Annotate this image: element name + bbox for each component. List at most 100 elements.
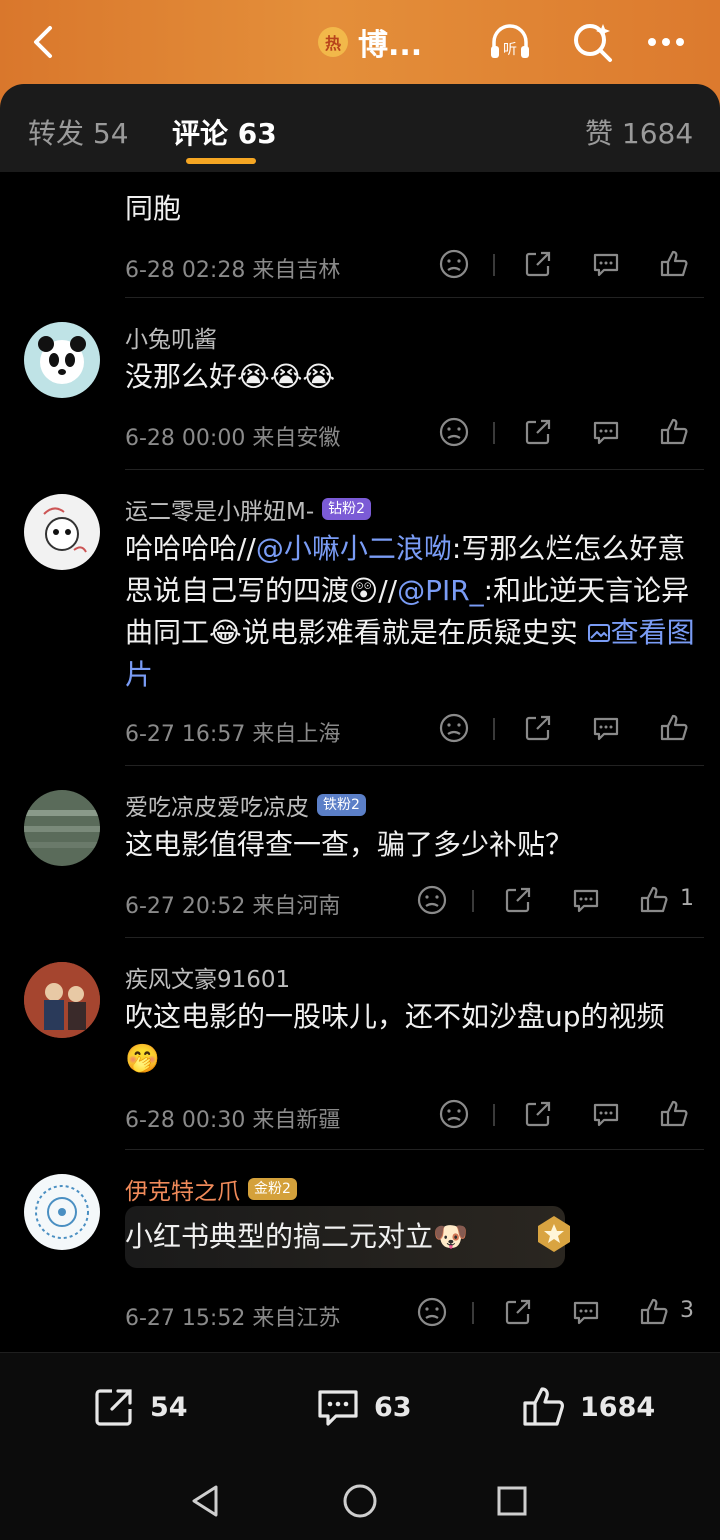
like-icon[interactable] bbox=[638, 884, 670, 916]
comment-text: 同胞 bbox=[125, 192, 182, 225]
comment-author[interactable]: 爱吃凉皮爱吃凉皮 bbox=[125, 788, 309, 822]
like-icon[interactable] bbox=[658, 248, 690, 280]
comment-meta: 6-28 00:00 来自安徽 bbox=[125, 420, 340, 452]
repost-button[interactable]: 54 bbox=[90, 1383, 188, 1431]
comment-time: 6-27 20:52 bbox=[125, 894, 246, 919]
mention-link[interactable]: @小嘛小二浪呦 bbox=[256, 532, 452, 565]
dislike-icon[interactable] bbox=[438, 248, 470, 280]
comment-author-row: 爱吃凉皮爱吃凉皮 铁粉2 bbox=[125, 788, 366, 822]
nav-back-icon[interactable] bbox=[186, 1481, 226, 1521]
reply-icon[interactable] bbox=[590, 712, 622, 744]
comment-location: 来自安徽 bbox=[252, 426, 341, 451]
comment-author[interactable]: 疾风文豪91601 bbox=[125, 960, 290, 994]
comment-time: 6-28 00:00 bbox=[125, 426, 246, 451]
comment-time: 6-27 16:57 bbox=[125, 722, 246, 747]
share-icon[interactable] bbox=[522, 712, 554, 744]
tab-comments[interactable]: 评论 63 bbox=[172, 112, 277, 152]
share-icon[interactable] bbox=[502, 1296, 534, 1328]
post-title[interactable]: 热 博... bbox=[318, 22, 423, 63]
share-icon[interactable] bbox=[522, 416, 554, 448]
fan-badge[interactable]: 铁粉2 bbox=[317, 794, 366, 816]
image-icon bbox=[587, 624, 610, 642]
reply-icon[interactable] bbox=[590, 416, 622, 448]
dislike-icon[interactable] bbox=[416, 884, 448, 916]
dislike-icon[interactable] bbox=[438, 1098, 470, 1130]
tab-likes[interactable]: 赞 1684 bbox=[585, 112, 693, 152]
tab-reposts[interactable]: 转发 54 bbox=[28, 112, 129, 152]
avatar[interactable] bbox=[24, 962, 100, 1038]
nav-recents-icon[interactable] bbox=[492, 1481, 532, 1521]
repost-count: 54 bbox=[150, 1391, 188, 1423]
medal-icon bbox=[530, 1210, 578, 1258]
more-icon[interactable] bbox=[642, 18, 690, 66]
title-text: 博... bbox=[358, 28, 423, 63]
divider bbox=[493, 1104, 495, 1126]
like-count-total: 1684 bbox=[580, 1391, 656, 1423]
dislike-icon[interactable] bbox=[438, 416, 470, 448]
comment-text: 吹这电影的一股味儿，还不如沙盘up的视频🤭 bbox=[125, 1000, 665, 1075]
nav-home-icon[interactable] bbox=[340, 1481, 380, 1521]
comment-location: 来自上海 bbox=[252, 722, 341, 747]
comment-text: 小红书典型的搞二元对立🐶 bbox=[125, 1220, 468, 1253]
like-count: 1 bbox=[680, 886, 694, 911]
comment-location: 来自江苏 bbox=[252, 1306, 341, 1331]
comment-meta: 6-27 16:57 来自上海 bbox=[125, 716, 340, 748]
comment-author[interactable]: 小兔叽酱 bbox=[125, 320, 217, 354]
thumbs-up-icon bbox=[523, 1387, 564, 1426]
avatar[interactable] bbox=[24, 1174, 100, 1250]
dislike-icon[interactable] bbox=[438, 712, 470, 744]
comment-item: 疾风文豪91601 吹这电影的一股味儿，还不如沙盘up的视频🤭 6-28 00:… bbox=[0, 938, 720, 1150]
tab-bar: 转发 54 评论 63 赞 1684 bbox=[0, 84, 720, 172]
comment-text: 哈哈哈哈//@小嘛小二浪呦:写那么烂怎么好意思说自己写的四渡😲//@PIR_:和… bbox=[125, 528, 695, 696]
comment-text: 没那么好😭😭😭 bbox=[125, 360, 336, 393]
fan-badge[interactable]: 钻粉2 bbox=[322, 498, 372, 520]
like-icon[interactable] bbox=[658, 712, 690, 744]
comment-item: 运二零是小胖妞M- 钻粉2 哈哈哈哈//@小嘛小二浪呦:写那么烂怎么好意思说自己… bbox=[0, 470, 720, 766]
like-button[interactable]: 1684 bbox=[520, 1383, 655, 1431]
comment-author-row: 伊克特之爪 金粉2 bbox=[125, 1172, 297, 1206]
fan-badge[interactable]: 金粉2 bbox=[248, 1178, 297, 1200]
avatar[interactable] bbox=[24, 494, 100, 570]
comment-list[interactable]: 同胞 6-28 02:28 来自吉林 小兔叽酱 没那么好😭😭😭 6-28 00:… bbox=[0, 172, 720, 1350]
avatar[interactable] bbox=[24, 790, 100, 866]
comment-text-partial bbox=[125, 172, 695, 174]
comment-item: 同胞 6-28 02:28 来自吉林 bbox=[0, 172, 720, 298]
comment-author-row: 小兔叽酱 bbox=[125, 320, 217, 354]
comment-item: 小兔叽酱 没那么好😭😭😭 6-28 00:00 来自安徽 bbox=[0, 298, 720, 470]
comment-meta: 6-27 15:52 来自江苏 bbox=[125, 1300, 340, 1332]
reply-icon[interactable] bbox=[590, 248, 622, 280]
like-icon[interactable] bbox=[658, 416, 690, 448]
like-count: 3 bbox=[680, 1298, 694, 1323]
comment-meta: 6-27 20:52 来自河南 bbox=[125, 888, 340, 920]
avatar[interactable] bbox=[24, 322, 100, 398]
listen-icon[interactable]: 听 bbox=[486, 18, 534, 66]
comment-author-row: 疾风文豪91601 bbox=[125, 960, 290, 994]
comment-time: 6-27 15:52 bbox=[125, 1306, 246, 1331]
comment-location: 来自吉林 bbox=[252, 258, 341, 283]
divider bbox=[493, 254, 495, 276]
active-tab-indicator bbox=[186, 158, 256, 164]
like-icon[interactable] bbox=[658, 1098, 690, 1130]
comment-meta: 6-28 02:28 来自吉林 bbox=[125, 252, 340, 284]
dislike-icon[interactable] bbox=[416, 1296, 448, 1328]
comment-button[interactable]: 63 bbox=[314, 1383, 412, 1431]
share-icon[interactable] bbox=[522, 248, 554, 280]
reply-icon[interactable] bbox=[590, 1098, 622, 1130]
divider bbox=[493, 718, 495, 740]
hot-badge-icon: 热 bbox=[318, 27, 348, 57]
mention-link[interactable]: @PIR_ bbox=[397, 574, 484, 607]
search-icon[interactable] bbox=[568, 18, 616, 66]
comment-item: 爱吃凉皮爱吃凉皮 铁粉2 这电影值得查一查，骗了多少补贴？ 6-27 20:52… bbox=[0, 766, 720, 938]
share-icon[interactable] bbox=[522, 1098, 554, 1130]
comment-location: 来自新疆 bbox=[252, 1108, 341, 1133]
comment-meta: 6-28 00:30 来自新疆 bbox=[125, 1102, 340, 1134]
back-icon[interactable] bbox=[24, 22, 64, 62]
comment-text: 这电影值得查一查，骗了多少补贴？ bbox=[125, 828, 574, 861]
comment-author[interactable]: 运二零是小胖妞M- bbox=[125, 492, 314, 526]
like-icon[interactable] bbox=[638, 1296, 670, 1328]
divider bbox=[493, 422, 495, 444]
reply-icon[interactable] bbox=[570, 884, 602, 916]
reply-icon[interactable] bbox=[570, 1296, 602, 1328]
comment-author[interactable]: 伊克特之爪 bbox=[125, 1172, 240, 1206]
share-icon[interactable] bbox=[502, 884, 534, 916]
